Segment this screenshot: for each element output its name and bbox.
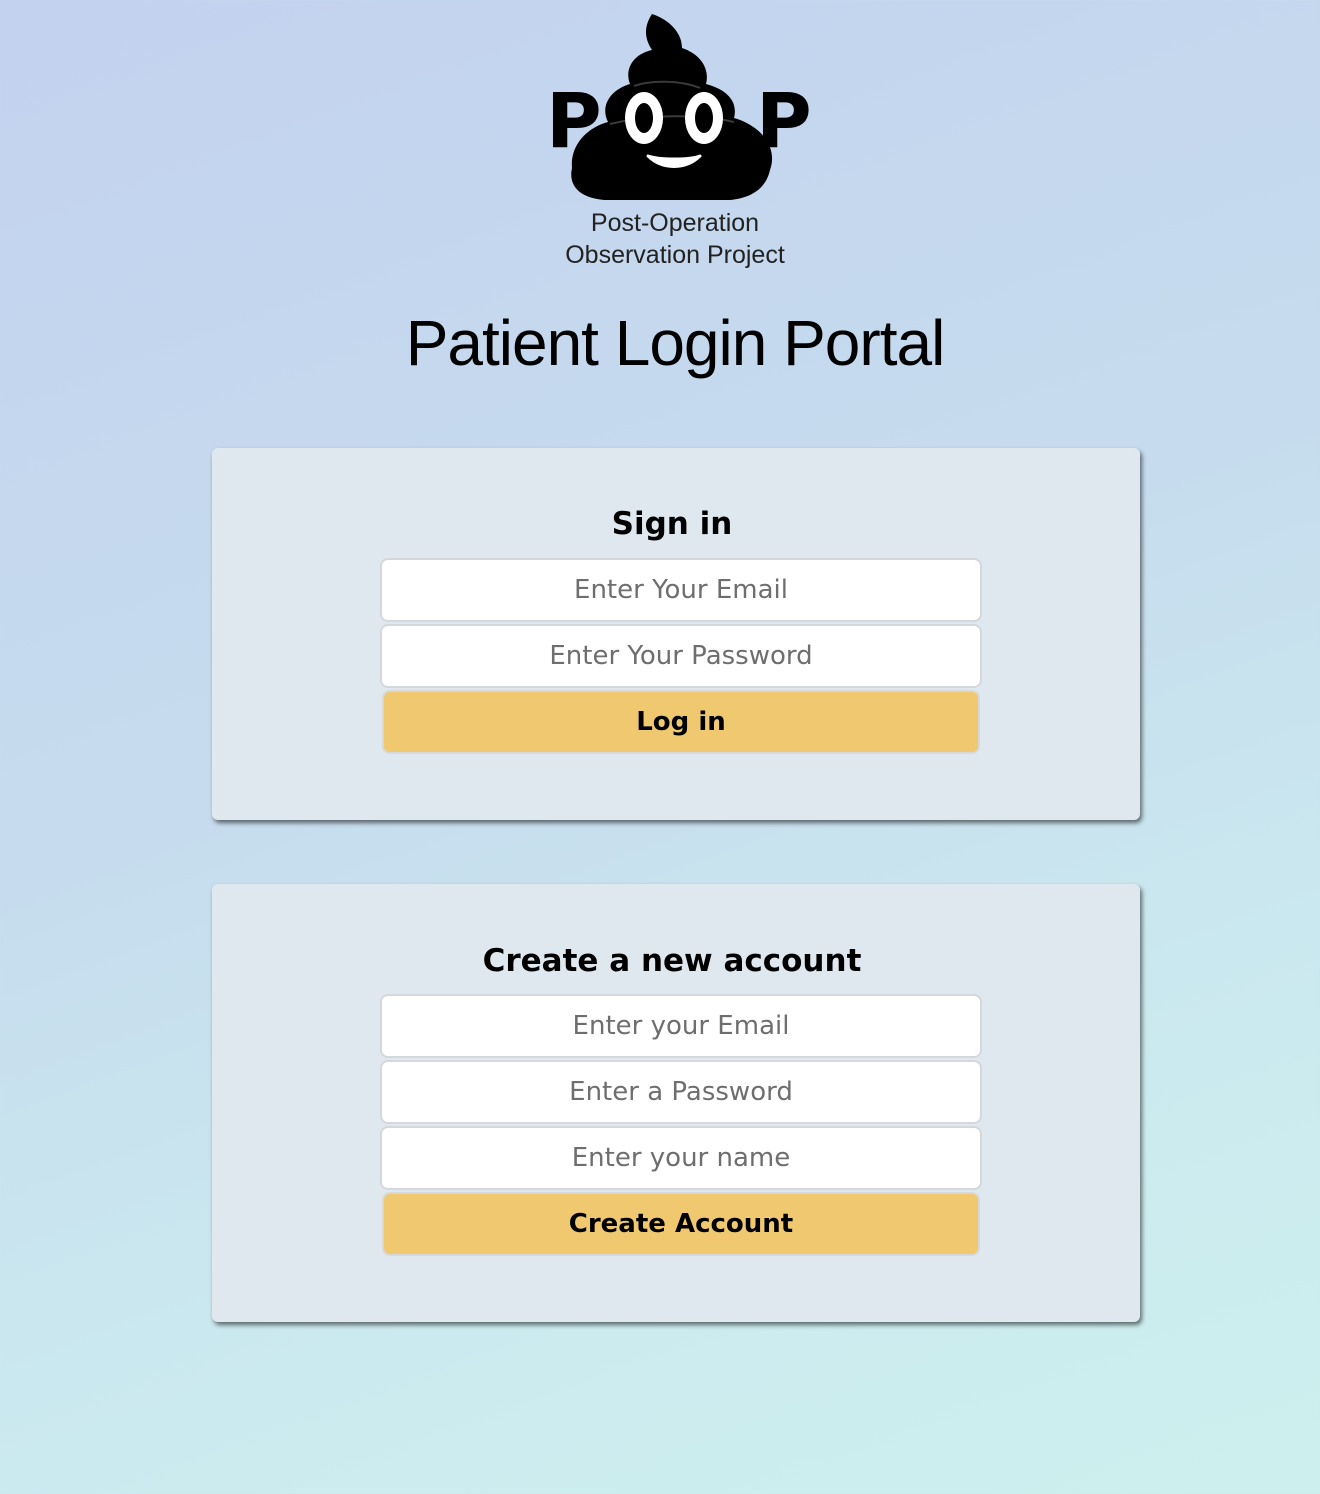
logo-subtitle-line1: Post-Operation: [590, 209, 760, 237]
log-in-button[interactable]: Log in: [382, 690, 980, 754]
create-name-input[interactable]: [380, 1126, 982, 1190]
page-title: Patient Login Portal: [405, 307, 946, 379]
logo-subtitle-line2: Observation Project: [565, 241, 785, 269]
create-email-input[interactable]: [380, 994, 982, 1058]
create-account-button[interactable]: Create Account: [382, 1192, 980, 1256]
logo-letter-p-right: P: [756, 76, 810, 165]
sign-in-email-input[interactable]: [380, 558, 982, 622]
sign-in-card: Sign in Log in: [212, 448, 1140, 820]
create-password-input[interactable]: [380, 1060, 982, 1124]
poop-emoji-icon: P P: [546, 14, 810, 200]
create-account-title: Create a new account: [482, 943, 862, 979]
poop-logo: P P Post-Operation Observation Project: [540, 10, 810, 275]
sign-in-title: Sign in: [611, 506, 733, 542]
logo-letter-p-left: P: [546, 76, 602, 165]
sign-in-password-input[interactable]: [380, 624, 982, 688]
create-account-card: Create a new account Create Account: [212, 884, 1140, 1322]
